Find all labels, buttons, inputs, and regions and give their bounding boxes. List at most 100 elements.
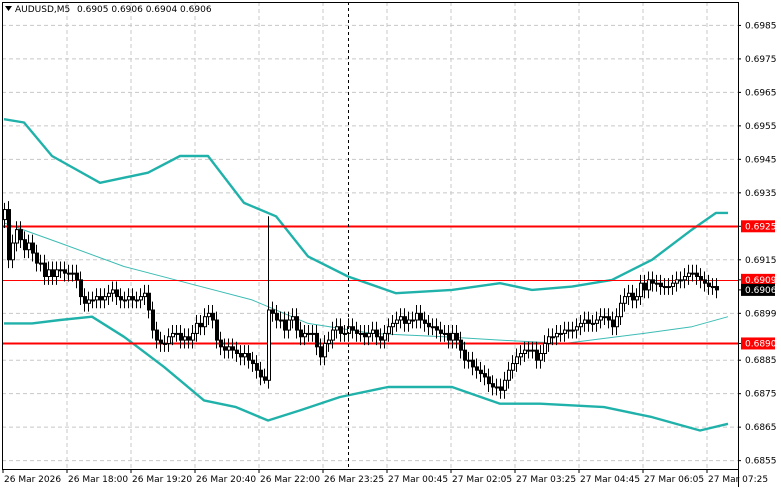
candle-body — [207, 312, 211, 318]
candle — [627, 284, 631, 305]
candle-body — [303, 332, 307, 338]
candle-body — [439, 329, 443, 334]
candle-body — [115, 289, 119, 298]
candle-body — [551, 336, 555, 339]
candle — [243, 345, 247, 366]
candle — [67, 264, 71, 282]
candle — [467, 351, 471, 369]
candle — [495, 378, 499, 396]
candle-body — [511, 363, 515, 371]
price-tick-label: 0.6965 — [745, 88, 777, 98]
candle — [315, 325, 319, 356]
candle-body — [619, 302, 623, 318]
candle — [207, 304, 211, 326]
candle-body — [543, 342, 547, 355]
candle — [63, 261, 67, 282]
level-price-label[interactable]: 0.6890 — [741, 337, 777, 350]
candle-body — [535, 349, 539, 361]
candle — [303, 325, 307, 346]
price-chart[interactable]: 0.6985 0.6975 0.6965 0.6955 0.6945 0.6935 0.69… — [0, 0, 781, 489]
candle-body — [291, 316, 295, 321]
candle-body — [663, 286, 667, 289]
candle — [291, 308, 295, 329]
candle — [535, 341, 539, 369]
candle-body — [427, 322, 431, 328]
candle-body — [111, 289, 115, 294]
candle — [183, 328, 187, 349]
candle-body — [335, 326, 339, 331]
candle — [79, 271, 83, 305]
candle — [475, 358, 479, 379]
level-price-label[interactable]: 0.6925 — [741, 220, 777, 233]
candle-body — [243, 353, 247, 358]
time-axis[interactable]: 26 Mar 2026 26 Mar 18:00 26 Mar 19:20 26 Ma… — [2, 469, 768, 485]
candle-body — [571, 329, 575, 332]
candle — [111, 281, 115, 302]
candle — [119, 288, 123, 309]
candle — [87, 291, 91, 312]
candle — [507, 361, 511, 389]
candle — [263, 368, 267, 384]
candle-body — [343, 332, 347, 335]
candle — [571, 321, 575, 339]
candle — [503, 371, 507, 399]
candle-body — [379, 336, 383, 341]
candle-body — [371, 329, 375, 334]
candle — [339, 318, 343, 342]
candle-body — [375, 329, 379, 338]
candle — [23, 231, 27, 259]
chart-header[interactable]: AUDUSD,M5 0.6905 0.6906 0.6904 0.6906 — [5, 5, 212, 15]
candle — [511, 355, 515, 379]
candle-body — [255, 363, 259, 371]
candle-body — [455, 332, 459, 341]
candle-body — [487, 376, 491, 385]
candle — [195, 315, 199, 342]
ohlc-readout: 0.6905 0.6906 0.6904 0.6906 — [77, 5, 212, 15]
candle — [583, 311, 587, 332]
chart-window[interactable]: 0.6985 0.6975 0.6965 0.6955 0.6945 0.6935 0.69… — [0, 0, 781, 489]
candle — [639, 274, 643, 305]
candle-body — [495, 386, 499, 389]
candle — [563, 321, 567, 342]
candle-body — [499, 386, 503, 391]
candle — [167, 328, 171, 352]
candle — [203, 308, 207, 336]
candle — [115, 281, 119, 305]
candle-body — [575, 326, 579, 331]
current-price-label[interactable]: 0.6906 — [741, 283, 777, 296]
bollinger-bands — [3, 118, 729, 432]
price-axis[interactable]: 0.6985 0.6975 0.6965 0.6955 0.6945 0.6935 0.69… — [738, 21, 777, 467]
candle-body — [271, 309, 275, 314]
price-tick-label: 0.6915 — [745, 256, 777, 266]
time-tick-label: 27 Mar 00:45 — [388, 475, 448, 485]
candle — [451, 325, 455, 349]
candle-body — [715, 286, 719, 291]
candle-body — [679, 279, 683, 282]
plot-border — [2, 2, 739, 470]
candle — [415, 304, 419, 329]
candle-body — [599, 316, 603, 321]
price-tick-label: 0.6955 — [745, 122, 777, 132]
candle — [27, 234, 31, 259]
candle-body — [91, 299, 95, 302]
candle — [459, 331, 463, 359]
candle-body — [411, 319, 415, 322]
candle — [131, 288, 135, 309]
triangle-down-icon[interactable] — [5, 6, 12, 11]
candle-body — [311, 332, 315, 335]
candle-body — [651, 279, 655, 284]
candle-body — [711, 286, 715, 289]
candle-body — [403, 316, 407, 324]
time-tick-label: 27 Mar 04:45 — [580, 475, 640, 485]
candle — [623, 288, 627, 312]
candle-body — [15, 229, 19, 244]
candle — [387, 318, 391, 342]
candle-body — [623, 296, 627, 304]
candle — [59, 261, 63, 279]
candle-body — [195, 322, 199, 334]
candle-body — [187, 336, 191, 341]
candle — [479, 361, 483, 382]
candle-body — [355, 329, 359, 334]
candle-body — [55, 269, 59, 278]
candle-body — [199, 322, 203, 328]
